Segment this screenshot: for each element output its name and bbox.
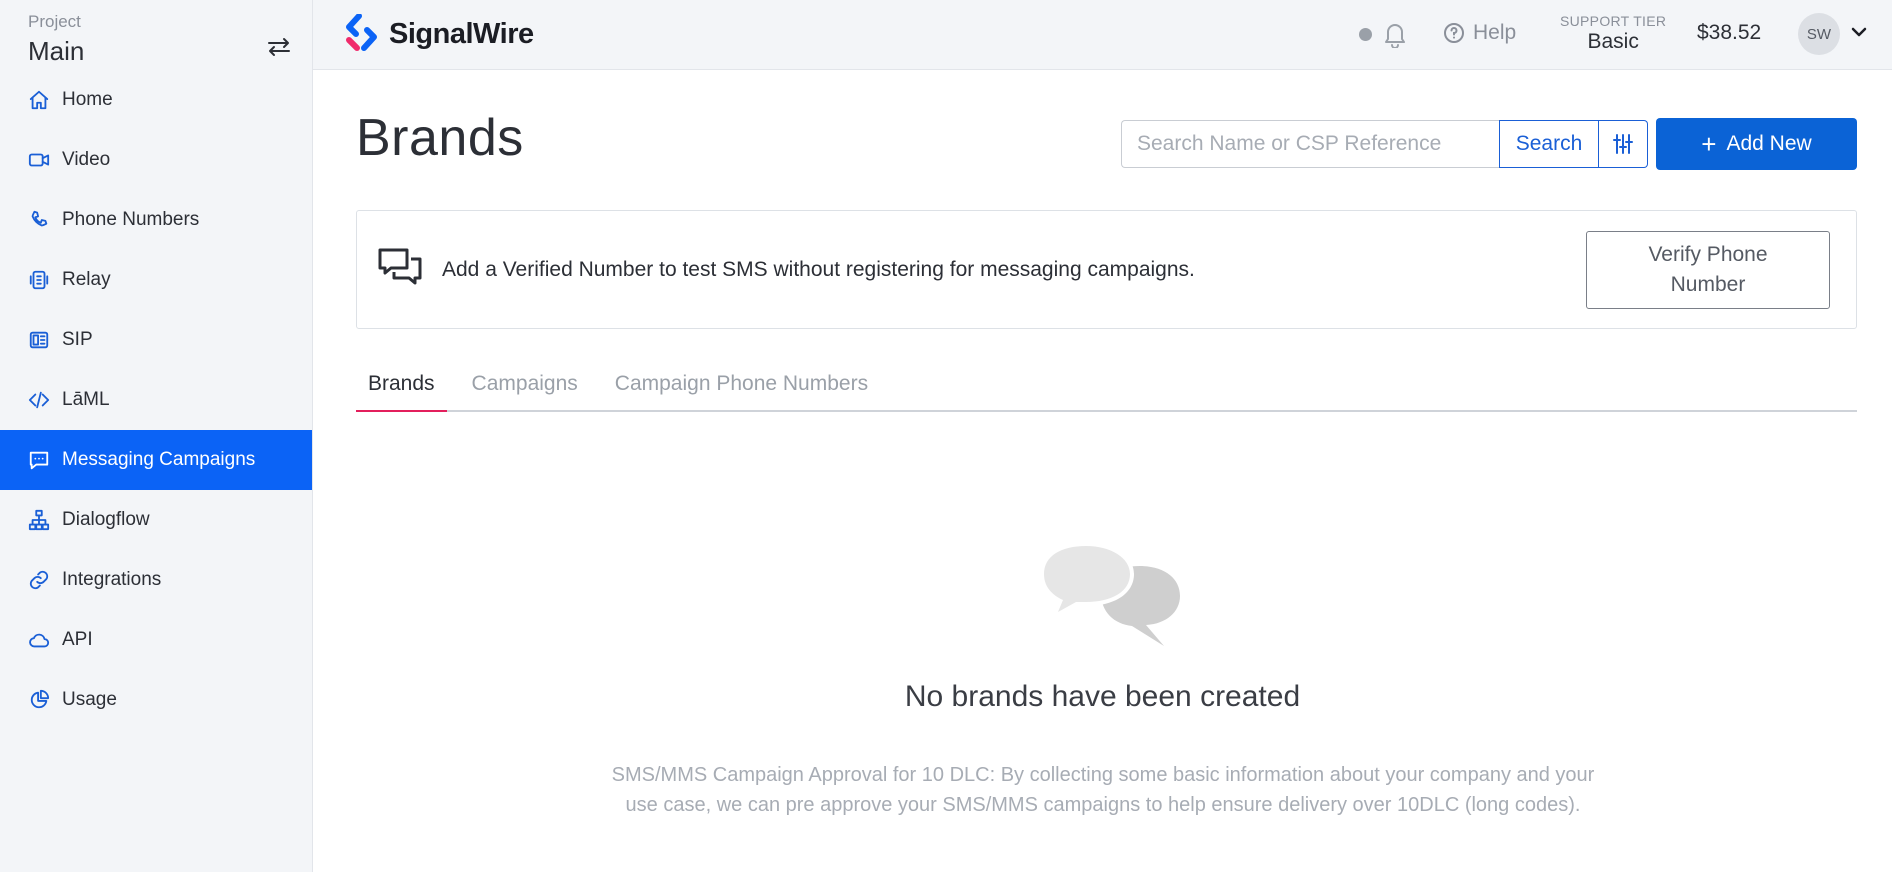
plus-icon: + [1701,129,1717,159]
sidebar-item-laml[interactable]: LāML [0,370,312,430]
sidebar-item-video[interactable]: Video [0,130,312,190]
sidebar-item-label: SIP [62,329,93,350]
signalwire-logo-icon [346,14,377,51]
verify-button-line1: Verify Phone [1648,243,1768,266]
sidebar-nav: Home Video Phone Numbers Relay SIP LāML … [0,70,312,730]
sidebar-item-label: Usage [62,689,117,710]
chat-bubbles-icon [378,248,422,285]
sidebar-item-label: Messaging Campaigns [62,449,256,470]
tab-brands[interactable]: Brands [356,364,447,412]
support-tier-value: Basic [1587,30,1639,53]
empty-state-chat-icon [1040,542,1180,646]
message-icon [28,449,50,471]
sidebar-item-messaging-campaigns[interactable]: Messaging Campaigns [0,430,312,490]
sip-icon [28,329,50,351]
sidebar-item-integrations[interactable]: Integrations [0,550,312,610]
empty-state-title: No brands have been created [904,680,1301,713]
verified-number-notice: Add a Verified Number to test SMS withou… [356,210,1857,329]
top-header: SignalWire Help SUPPORT TIER Basic $38.5… [313,0,1892,70]
search-button[interactable]: Search [1499,120,1599,168]
sidebar-item-label: Phone Numbers [62,209,200,230]
account-balance: $38.52 [1697,21,1762,44]
sidebar-item-home[interactable]: Home [0,70,312,130]
empty-state-description: SMS/MMS Campaign Approval for 10 DLC: By… [611,764,1595,816]
question-circle-icon [1444,23,1464,43]
switch-arrows-icon[interactable] [266,36,292,58]
tab-campaign-phone-numbers[interactable]: Campaign Phone Numbers [603,364,880,412]
tab-bar: Brands Campaigns Campaign Phone Numbers [356,364,1857,412]
home-icon [28,89,50,111]
link-icon [28,569,50,591]
sidebar-item-label: LāML [62,389,110,410]
status-indicator [1359,28,1372,41]
add-new-label: Add New [1726,132,1812,155]
sidebar: Project Main Home Video Phone Numbers Re… [0,0,313,872]
sidebar-item-label: Home [62,89,113,110]
cloud-icon [28,629,50,651]
verify-phone-number-button[interactable]: Verify Phone Number [1586,231,1830,309]
brand-name: SignalWire [389,17,534,50]
sidebar-item-sip[interactable]: SIP [0,310,312,370]
page-title: Brands [356,109,524,167]
support-tier: SUPPORT TIER Basic [1560,13,1666,54]
sidebar-item-phone-numbers[interactable]: Phone Numbers [0,190,312,250]
sidebar-item-label: Integrations [62,569,162,590]
search-input[interactable] [1121,120,1499,168]
project-switcher[interactable]: Project Main [0,0,312,70]
help-label: Help [1473,21,1517,44]
avatar[interactable]: SW [1798,13,1840,55]
phone-icon [28,209,50,231]
help-link[interactable]: Help [1443,21,1516,45]
sidebar-item-dialogflow[interactable]: Dialogflow [0,490,312,550]
sidebar-item-label: API [62,629,93,650]
tab-campaigns[interactable]: Campaigns [460,364,590,412]
sidebar-item-label: Video [62,149,111,170]
notice-text: Add a Verified Number to test SMS withou… [442,258,1195,281]
relay-icon [28,269,50,291]
bell-icon[interactable] [1382,20,1408,48]
pie-chart-icon [28,689,50,711]
verify-button-line2: Number [1670,273,1746,296]
sidebar-item-usage[interactable]: Usage [0,670,312,730]
video-icon [28,149,50,171]
sidebar-item-relay[interactable]: Relay [0,250,312,310]
sidebar-item-label: Relay [62,269,111,290]
sidebar-item-label: Dialogflow [62,509,150,530]
sliders-icon [1613,134,1633,154]
code-icon [28,389,50,411]
signalwire-logo[interactable]: SignalWire [343,14,534,54]
chevron-down-icon[interactable] [1850,25,1868,39]
filter-button[interactable] [1599,120,1648,168]
main-content: Brands Search + Add New Add a Verified N… [313,70,1892,872]
project-label: Project [28,12,81,31]
sidebar-item-api[interactable]: API [0,610,312,670]
support-tier-label: SUPPORT TIER [1560,13,1667,29]
sitemap-icon [28,509,50,531]
add-new-button[interactable]: + Add New [1656,118,1857,170]
search-bar: Search [1121,120,1648,168]
